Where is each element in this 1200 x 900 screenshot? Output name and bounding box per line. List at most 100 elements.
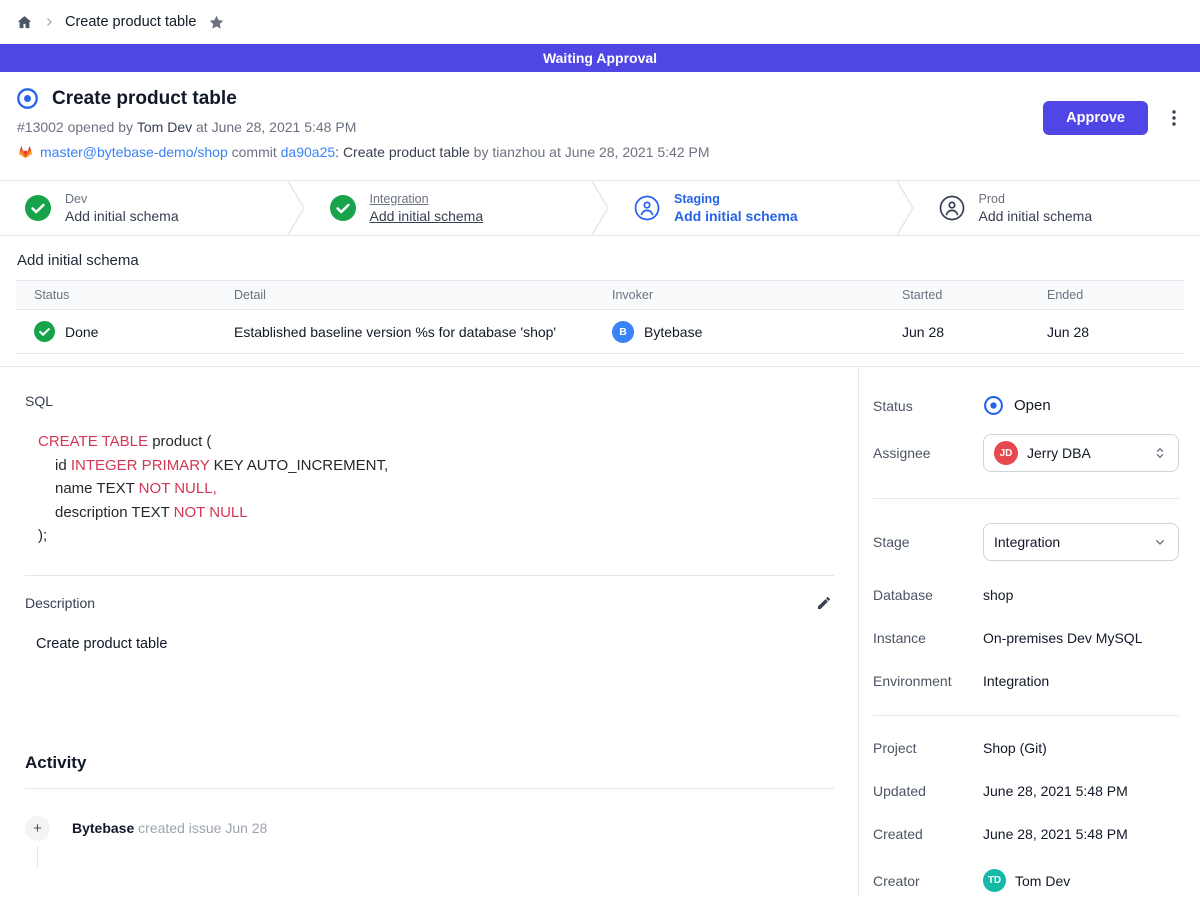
stage-dev[interactable]: Dev Add initial schema <box>0 181 287 235</box>
assignee-select[interactable]: JD Jerry DBA <box>983 434 1179 472</box>
activity-action: created issue <box>134 820 225 836</box>
updated-value: June 28, 2021 5:48 PM <box>983 783 1128 799</box>
task-started-date: Jun 28 <box>902 310 1047 354</box>
task-ended-date: Jun 28 <box>1047 310 1184 354</box>
breadcrumb-chevron-icon <box>43 16 55 28</box>
stage-pending-person-icon <box>939 195 965 221</box>
task-done-check-icon <box>34 321 55 342</box>
breadcrumb-title[interactable]: Create product table <box>65 14 196 30</box>
issue-meta: #13002 opened by Tom Dev at June 28, 202… <box>17 119 1184 135</box>
sql-keyword: NOT NULL <box>174 504 248 521</box>
status-field-label: Status <box>873 398 983 414</box>
activity-timeline-line <box>37 846 38 868</box>
breadcrumb: Create product table <box>0 0 1200 44</box>
stage-task-label[interactable]: Add initial schema <box>370 208 484 224</box>
stage-done-check-icon <box>25 195 51 221</box>
stage-pending-person-icon <box>634 195 660 221</box>
updated-field-label: Updated <box>873 783 983 799</box>
instance-value: On-premises Dev MySQL <box>983 630 1142 646</box>
chevron-up-down-icon <box>1152 445 1168 461</box>
assignee-name: Jerry DBA <box>1027 445 1143 461</box>
divider <box>25 788 834 789</box>
status-open-icon <box>983 395 1004 416</box>
sql-text: ); <box>38 527 47 544</box>
status-banner-text: Waiting Approval <box>543 50 657 66</box>
created-field-label: Created <box>873 826 983 842</box>
issue-sidebar: Status Open Assignee JD Jerry DBA Stage <box>858 367 1200 897</box>
favorite-star-icon[interactable] <box>206 14 225 31</box>
database-value: shop <box>983 587 1013 603</box>
stage-integration[interactable]: Integration Add initial schema <box>305 181 592 235</box>
sql-keyword: CREATE TABLE <box>38 433 148 450</box>
environment-field-label: Environment <box>873 673 983 689</box>
vcs-commit-line: master@bytebase-demo/shop commit da90a25… <box>17 143 1184 160</box>
more-actions-button[interactable] <box>1164 105 1184 131</box>
col-header-detail: Detail <box>234 281 612 310</box>
stage-env-label: Dev <box>65 192 179 206</box>
activity-heading: Activity <box>25 753 834 773</box>
sql-text: KEY AUTO_INCREMENT, <box>209 457 388 474</box>
sql-text: id <box>55 457 71 474</box>
creator-field-label: Creator <box>873 873 983 889</box>
task-section: Add initial schema Status Detail Invoker… <box>0 236 1200 354</box>
status-value: Open <box>1014 397 1051 414</box>
activity-actor: Bytebase <box>72 820 134 836</box>
col-header-status: Status <box>16 281 234 310</box>
issue-meta-prefix: #13002 opened by <box>17 119 137 135</box>
invoker-avatar: B <box>612 321 634 343</box>
issue-meta-suffix: at June 28, 2021 5:48 PM <box>192 119 356 135</box>
stage-prod[interactable]: Prod Add initial schema <box>914 181 1200 235</box>
stage-select[interactable]: Integration <box>983 523 1179 561</box>
stage-value: Integration <box>994 534 1143 550</box>
sql-keyword: NOT NULL, <box>139 480 217 497</box>
edit-description-button[interactable] <box>814 593 834 613</box>
pipeline-stages: Dev Add initial schema Integration Add i… <box>0 180 1200 236</box>
stage-done-check-icon <box>330 195 356 221</box>
stage-env-label: Integration <box>370 192 484 206</box>
sql-code-block: CREATE TABLE product ( id INTEGER PRIMAR… <box>25 430 834 548</box>
vcs-commit-hash-link[interactable]: da90a25 <box>281 144 336 160</box>
issue-main-panel: SQL CREATE TABLE product ( id INTEGER PR… <box>0 367 858 897</box>
home-icon[interactable] <box>16 14 33 31</box>
col-header-invoker: Invoker <box>612 281 902 310</box>
creator-avatar: TD <box>983 869 1006 892</box>
page-title: Create product table <box>52 88 237 110</box>
stage-env-label: Prod <box>979 192 1093 206</box>
stage-task-label: Add initial schema <box>674 208 798 224</box>
stage-task-label: Add initial schema <box>979 208 1093 224</box>
task-section-title: Add initial schema <box>16 252 1184 269</box>
divider <box>873 715 1179 716</box>
project-value: Shop (Git) <box>983 740 1047 756</box>
vcs-branch-link[interactable]: master@bytebase-demo/shop <box>40 144 228 160</box>
vcs-commit-suffix: by tianzhou at June 28, 2021 5:42 PM <box>470 144 710 160</box>
creator-name: Tom Dev <box>1015 873 1070 889</box>
vcs-commit-message: Create product table <box>343 144 470 160</box>
col-header-ended: Ended <box>1047 281 1184 310</box>
description-label: Description <box>25 595 95 611</box>
sql-text: description TEXT <box>55 504 174 521</box>
stage-task-label: Add initial schema <box>65 208 179 224</box>
chevron-down-icon <box>1152 534 1168 550</box>
instance-field-label: Instance <box>873 630 983 646</box>
database-field-label: Database <box>873 587 983 603</box>
assignee-field-label: Assignee <box>873 445 983 461</box>
table-row[interactable]: Done Established baseline version %s for… <box>16 310 1184 354</box>
created-value: June 28, 2021 5:48 PM <box>983 826 1128 842</box>
activity-plus-icon: + <box>25 816 50 841</box>
issue-author: Tom Dev <box>137 119 192 135</box>
col-header-started: Started <box>902 281 1047 310</box>
divider <box>873 498 1179 499</box>
divider <box>25 575 834 576</box>
stage-env-label: Staging <box>674 192 798 206</box>
stage-staging[interactable]: Staging Add initial schema <box>609 181 896 235</box>
task-table: Status Detail Invoker Started Ended Done <box>16 280 1184 354</box>
environment-value: Integration <box>983 673 1049 689</box>
stage-separator-chevron <box>591 181 609 235</box>
gitlab-icon <box>17 143 34 160</box>
status-banner: Waiting Approval <box>0 44 1200 72</box>
approve-button[interactable]: Approve <box>1043 101 1148 135</box>
stage-field-label: Stage <box>873 534 983 550</box>
stage-separator-chevron <box>287 181 305 235</box>
activity-date: Jun 28 <box>225 820 267 836</box>
sql-text: name TEXT <box>55 480 139 497</box>
